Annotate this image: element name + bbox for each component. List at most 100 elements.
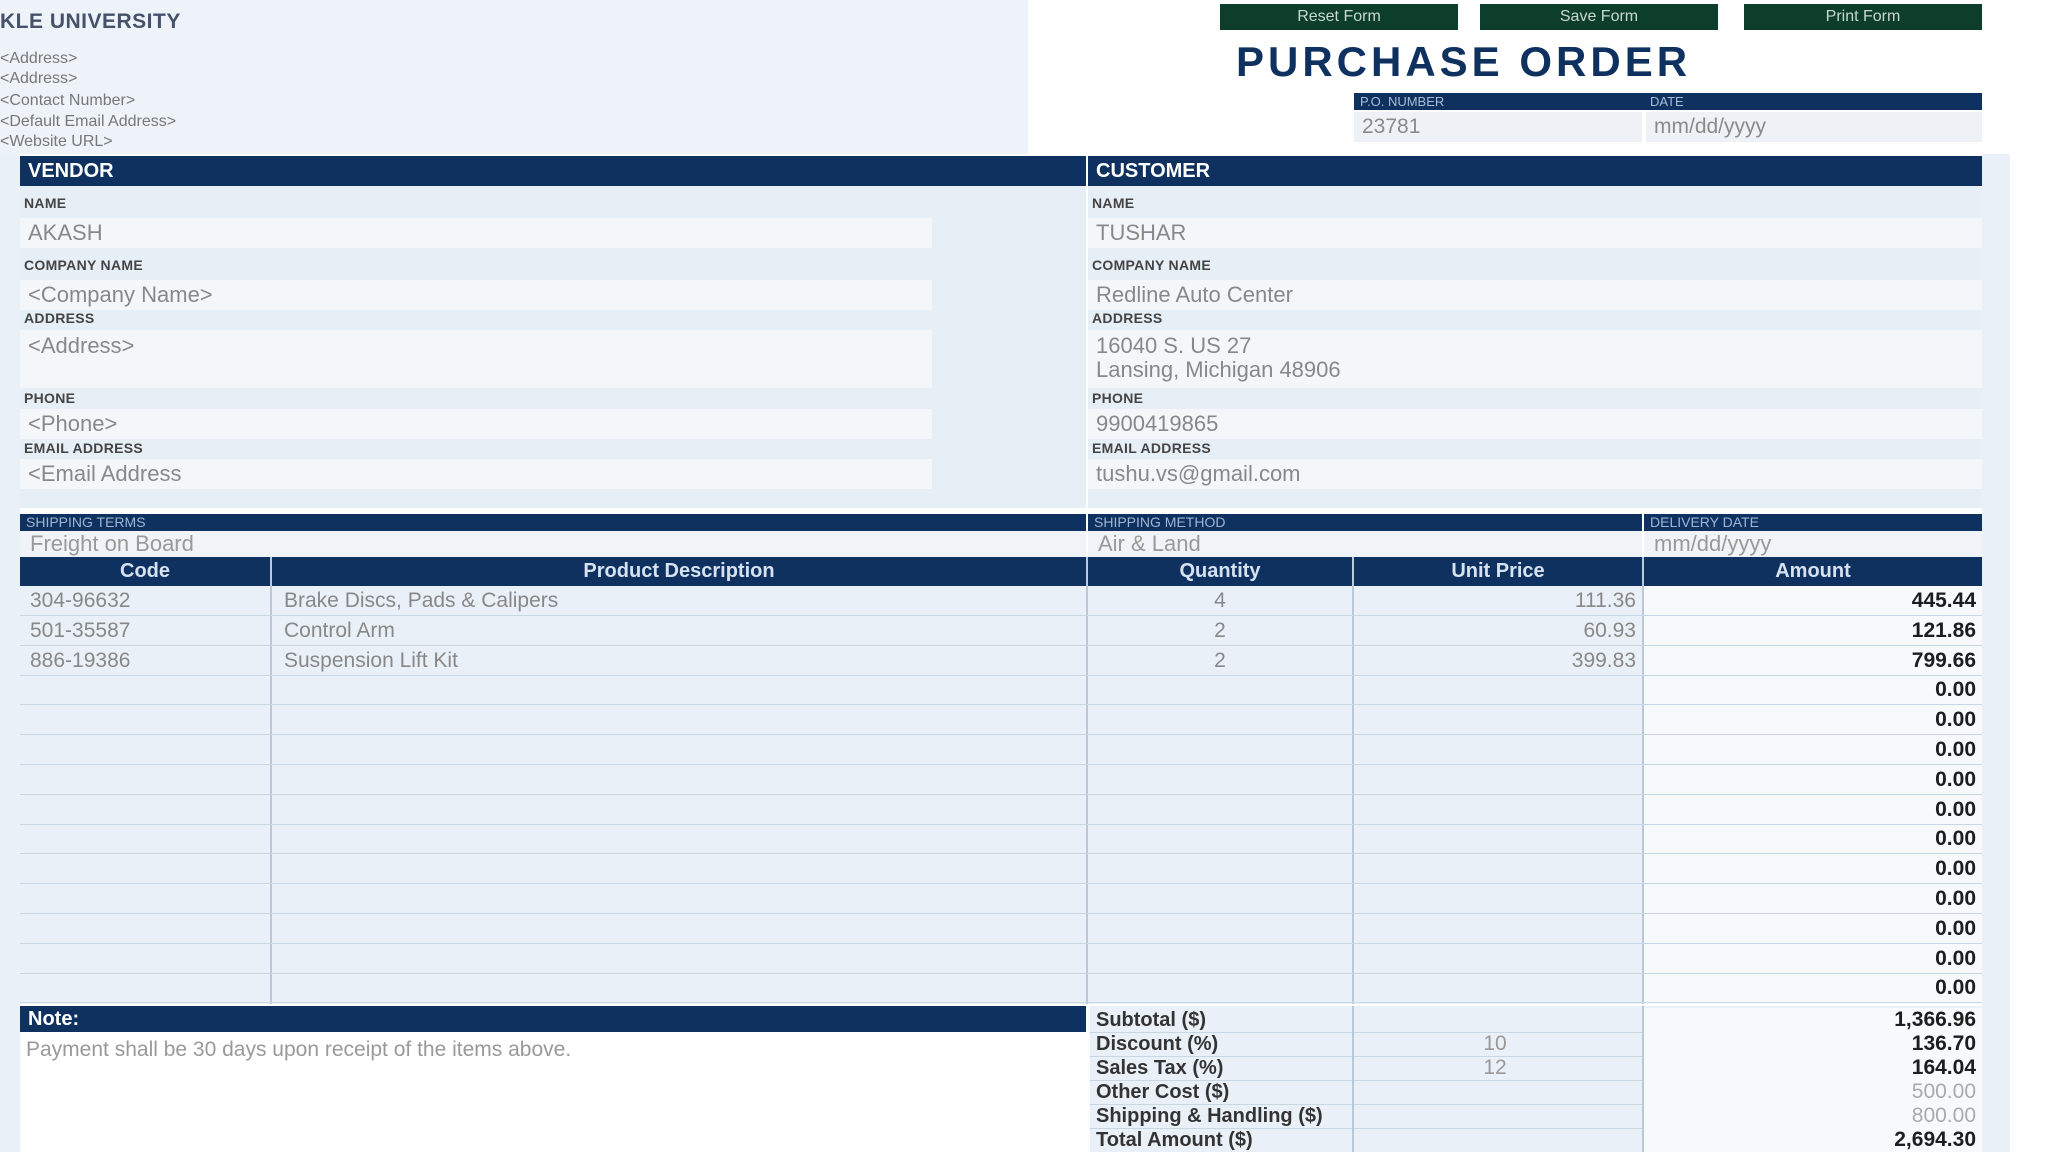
- item-code-cell[interactable]: [30, 884, 266, 914]
- print-form-button[interactable]: Print Form: [1744, 4, 1982, 30]
- discount-percent-field[interactable]: 10: [1360, 1032, 1630, 1056]
- vendor-phone-field[interactable]: <Phone>: [20, 409, 932, 439]
- customer-phone-field[interactable]: 9900419865: [1088, 409, 1982, 439]
- item-description-cell[interactable]: [284, 735, 1082, 765]
- delivery-date-field[interactable]: mm/dd/yyyy: [1644, 531, 1982, 557]
- item-quantity-cell[interactable]: [1088, 944, 1352, 974]
- page-right-border: [1982, 154, 2010, 1152]
- customer-phone-label: PHONE: [1092, 390, 1144, 406]
- customer-company-label: COMPANY NAME: [1092, 257, 1211, 273]
- column-header-description: Product Description: [272, 557, 1086, 586]
- sales-tax-label: Sales Tax (%): [1096, 1057, 1224, 1079]
- discount-value: 136.70: [1911, 1032, 1976, 1055]
- item-amount-cell: 121.86: [1911, 619, 1976, 642]
- item-description-cell[interactable]: Control Arm: [284, 616, 1082, 646]
- item-code-cell[interactable]: [30, 824, 266, 854]
- item-code-cell[interactable]: 304-96632: [30, 586, 266, 616]
- item-unit-price-cell[interactable]: [1354, 884, 1636, 914]
- item-description-cell[interactable]: [284, 824, 1082, 854]
- item-quantity-cell[interactable]: 2: [1088, 646, 1352, 676]
- item-code-cell[interactable]: [30, 854, 266, 884]
- organization-address-line: <Address>: [0, 70, 78, 87]
- item-code-cell[interactable]: 501-35587: [30, 616, 266, 646]
- item-description-cell[interactable]: Suspension Lift Kit: [284, 646, 1082, 676]
- po-number-field[interactable]: 23781: [1354, 112, 1642, 142]
- item-unit-price-cell[interactable]: [1354, 914, 1636, 944]
- item-quantity-cell[interactable]: [1088, 854, 1352, 884]
- item-quantity-cell[interactable]: [1088, 914, 1352, 944]
- item-unit-price-cell[interactable]: [1354, 705, 1636, 735]
- other-cost-value: 500.00: [1911, 1080, 1976, 1103]
- item-unit-price-cell[interactable]: [1354, 854, 1636, 884]
- item-code-cell[interactable]: [30, 705, 266, 735]
- shipping-handling-value: 800.00: [1911, 1104, 1976, 1127]
- item-amount-cell: 0.00: [1935, 798, 1976, 821]
- vendor-address-field[interactable]: <Address>: [20, 330, 932, 388]
- shipping-method-label: SHIPPING METHOD: [1088, 514, 1642, 531]
- item-code-cell[interactable]: [30, 914, 266, 944]
- item-code-cell[interactable]: [30, 973, 266, 1003]
- item-description-cell[interactable]: [284, 795, 1082, 825]
- item-description-cell[interactable]: [284, 914, 1082, 944]
- item-description-cell[interactable]: [284, 884, 1082, 914]
- sales-tax-value: 164.04: [1911, 1056, 1976, 1079]
- organization-email: <Default Email Address>: [0, 113, 177, 130]
- customer-company-field[interactable]: Redline Auto Center: [1088, 280, 1982, 310]
- item-description-cell[interactable]: [284, 705, 1082, 735]
- item-quantity-cell[interactable]: [1088, 884, 1352, 914]
- item-description-cell[interactable]: [284, 973, 1082, 1003]
- subtotal-value: 1,366.96: [1894, 1008, 1976, 1031]
- shipping-method-field[interactable]: Air & Land: [1088, 531, 1642, 557]
- vendor-email-field[interactable]: <Email Address: [20, 459, 932, 489]
- item-quantity-cell[interactable]: [1088, 705, 1352, 735]
- vendor-company-label: COMPANY NAME: [24, 257, 143, 273]
- item-quantity-cell[interactable]: [1088, 824, 1352, 854]
- item-unit-price-cell[interactable]: 399.83: [1354, 646, 1636, 676]
- item-unit-price-cell[interactable]: [1354, 735, 1636, 765]
- item-unit-price-cell[interactable]: [1354, 765, 1636, 795]
- save-form-button[interactable]: Save Form: [1480, 4, 1718, 30]
- item-unit-price-cell[interactable]: 60.93: [1354, 616, 1636, 646]
- item-description-cell[interactable]: [284, 944, 1082, 974]
- item-code-cell[interactable]: [30, 795, 266, 825]
- item-description-cell[interactable]: [284, 854, 1082, 884]
- item-code-cell[interactable]: [30, 675, 266, 705]
- item-unit-price-cell[interactable]: [1354, 795, 1636, 825]
- item-unit-price-cell[interactable]: [1354, 824, 1636, 854]
- vendor-company-field[interactable]: <Company Name>: [20, 280, 932, 310]
- note-text-field[interactable]: Payment shall be 30 days upon receipt of…: [26, 1038, 571, 1062]
- customer-address-field[interactable]: 16040 S. US 27 Lansing, Michigan 48906: [1088, 330, 1982, 388]
- item-quantity-cell[interactable]: [1088, 675, 1352, 705]
- item-unit-price-cell[interactable]: [1354, 973, 1636, 1003]
- item-amount-cell: 0.00: [1935, 827, 1976, 850]
- item-amount-cell: 0.00: [1935, 917, 1976, 940]
- customer-name-field[interactable]: TUSHAR: [1088, 218, 1982, 248]
- item-quantity-cell[interactable]: 2: [1088, 616, 1352, 646]
- item-description-cell[interactable]: [284, 765, 1082, 795]
- vendor-name-field[interactable]: AKASH: [20, 218, 932, 248]
- item-code-cell[interactable]: 886-19386: [30, 646, 266, 676]
- item-quantity-cell[interactable]: [1088, 765, 1352, 795]
- item-quantity-cell[interactable]: [1088, 795, 1352, 825]
- item-amount-cell: 0.00: [1935, 708, 1976, 731]
- item-unit-price-cell[interactable]: 111.36: [1354, 586, 1636, 616]
- item-code-cell[interactable]: [30, 765, 266, 795]
- item-description-cell[interactable]: [284, 675, 1082, 705]
- item-quantity-cell[interactable]: 4: [1088, 586, 1352, 616]
- item-amount-cell: 0.00: [1935, 947, 1976, 970]
- reset-form-button[interactable]: Reset Form: [1220, 4, 1458, 30]
- item-code-cell[interactable]: [30, 735, 266, 765]
- shipping-terms-field[interactable]: Freight on Board: [20, 531, 1086, 557]
- sales-tax-percent-field[interactable]: 12: [1360, 1056, 1630, 1080]
- organization-address-line: <Address>: [0, 50, 78, 67]
- item-quantity-cell[interactable]: [1088, 735, 1352, 765]
- item-description-cell[interactable]: Brake Discs, Pads & Calipers: [284, 586, 1082, 616]
- po-date-field[interactable]: mm/dd/yyyy: [1646, 112, 1982, 142]
- item-code-cell[interactable]: [30, 944, 266, 974]
- item-unit-price-cell[interactable]: [1354, 944, 1636, 974]
- item-quantity-cell[interactable]: [1088, 973, 1352, 1003]
- item-unit-price-cell[interactable]: [1354, 675, 1636, 705]
- customer-email-field[interactable]: tushu.vs@gmail.com: [1088, 459, 1982, 489]
- other-cost-label: Other Cost ($): [1096, 1081, 1230, 1103]
- vendor-section-header: VENDOR: [20, 156, 1086, 186]
